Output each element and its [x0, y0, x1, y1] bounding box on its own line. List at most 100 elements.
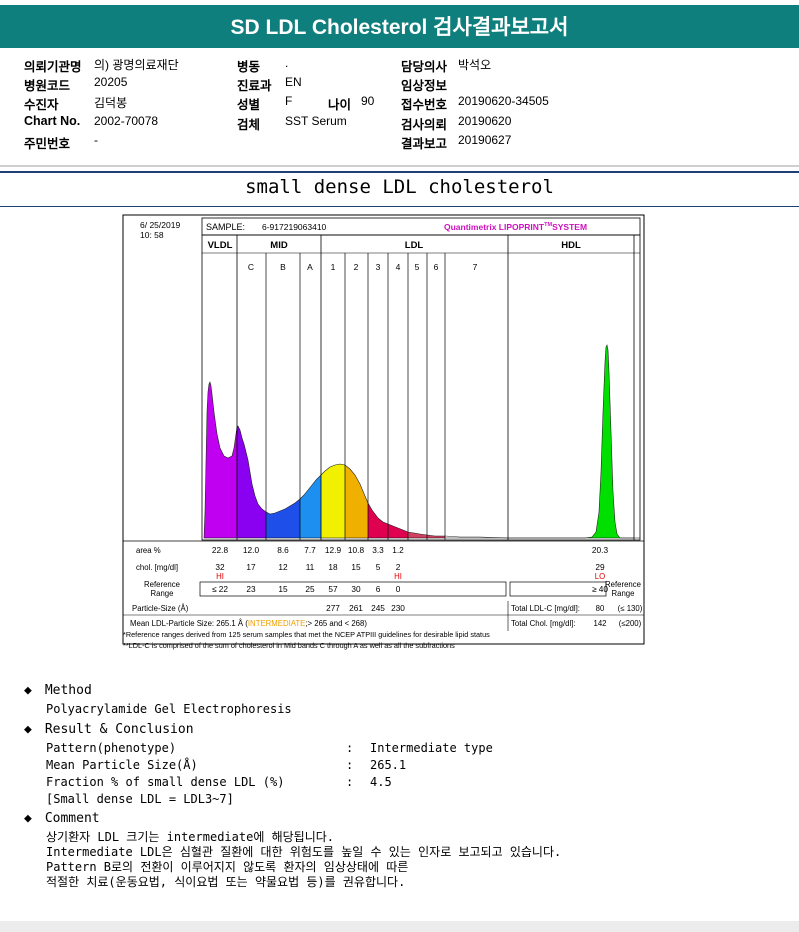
- ref-value: ≤ 22: [212, 584, 228, 594]
- bullet-icon: ◆: [24, 811, 32, 826]
- peak-segment: [321, 464, 345, 538]
- particle-value: 230: [391, 603, 405, 613]
- info-label: 나이: [328, 98, 352, 112]
- report-time: 10: 58: [140, 230, 164, 240]
- chol-value: 11: [306, 562, 315, 572]
- result-colon: :: [346, 741, 354, 755]
- info-label: 검사의뢰: [401, 118, 448, 132]
- area-value: 22.8: [212, 545, 229, 555]
- info-value: -: [94, 133, 98, 147]
- report-subtitle: small dense LDL cholesterol: [245, 176, 554, 198]
- info-label: 검체: [237, 118, 261, 132]
- particle-value: 245: [371, 603, 385, 613]
- ref-label: Range: [151, 589, 174, 598]
- result-colon: :: [346, 775, 354, 789]
- mean-size-row: Mean LDL-Particle Size: 265.1 Å (INTERME…: [130, 619, 367, 628]
- info-value: 90: [361, 94, 375, 108]
- info-label: 담당의사: [401, 60, 448, 74]
- info-label: 성별: [237, 98, 261, 112]
- total-ldl-value: 80: [596, 604, 605, 613]
- report-title: SD LDL Cholesterol 검사결과보고서: [0, 5, 799, 48]
- bullet-icon: ◆: [24, 683, 32, 698]
- area-value: 8.6: [277, 545, 289, 555]
- footnote-2: **LDL-C is comprised of the sum of chole…: [123, 641, 455, 650]
- chol-value: 29: [595, 562, 605, 572]
- ref-label: Reference: [144, 580, 180, 589]
- ref-value: 25: [305, 584, 315, 594]
- ref-value: 15: [278, 584, 288, 594]
- result-label: Fraction % of small dense LDL (%): [46, 775, 285, 789]
- patient-info: 의뢰기관명 의) 광명의료재단 병동 . 담당의사 박석오 병원코드 20205…: [0, 52, 799, 160]
- total-ldl-label: Total LDL-C [mg/dl]:: [511, 604, 580, 613]
- band-label: 5: [415, 262, 420, 272]
- band-label: B: [280, 262, 286, 272]
- band-label: 2: [354, 262, 359, 272]
- flag-label: HI: [216, 572, 224, 581]
- band-label: 1: [331, 262, 336, 272]
- info-value: F: [285, 94, 293, 108]
- flag-label: LO: [595, 572, 605, 581]
- info-value: 김덕봉: [94, 96, 128, 110]
- lipoprint-chart: 6/ 25/2019 10: 58 SAMPLE: 6-917219063410…: [122, 214, 645, 650]
- particle-value: 277: [326, 603, 340, 613]
- flag-label: HI: [394, 572, 402, 581]
- chol-label: chol. [mg/dl]: [136, 563, 178, 572]
- result-value: 4.5: [370, 775, 392, 789]
- ref-value: 23: [246, 584, 256, 594]
- info-label: 병원코드: [24, 79, 71, 93]
- band-label: C: [248, 262, 254, 272]
- band-label: 3: [376, 262, 381, 272]
- area-value: 12.0: [243, 545, 260, 555]
- result-value: Intermediate type: [370, 741, 493, 755]
- result-colon: :: [346, 758, 354, 772]
- info-value: SST Serum: [285, 114, 347, 128]
- area-value: 10.8: [348, 545, 365, 555]
- band-label: 6: [434, 262, 439, 272]
- area-value: 12.9: [325, 545, 342, 555]
- chol-value: 12: [278, 562, 288, 572]
- method-heading: ◆ Method: [24, 683, 92, 698]
- result-label: Mean Particle Size(Å): [46, 758, 198, 772]
- info-value: 20205: [94, 75, 128, 89]
- result-label: Pattern(phenotype): [46, 741, 177, 755]
- report-date: 6/ 25/2019: [140, 220, 180, 230]
- info-label: 수진자: [24, 98, 59, 112]
- comment-line: 적절한 치료(운동요법, 식이요법 또는 약물요법 등)를 권유합니다.: [46, 875, 406, 889]
- method-text: Polyacrylamide Gel Electrophoresis: [46, 702, 292, 716]
- lipoprint-report: 6/ 25/2019 10: 58 SAMPLE: 6-917219063410…: [0, 212, 799, 662]
- area-value: 3.3: [372, 545, 384, 555]
- chol-value: 15: [351, 562, 361, 572]
- comment-heading: ◆ Comment: [24, 811, 100, 826]
- area-value: 1.2: [392, 545, 404, 555]
- group-label: HDL: [561, 240, 581, 251]
- page-footer-bar: [0, 921, 799, 932]
- area-label: area %: [136, 546, 161, 555]
- sample-label: SAMPLE:: [206, 222, 245, 232]
- ref-value: ≥ 40: [592, 584, 608, 594]
- total-chol-label: Total Chol. [mg/dl]:: [511, 619, 576, 628]
- chol-value: 18: [328, 562, 338, 572]
- info-row: 의뢰기관명 의) 광명의료재단 병동 . 담당의사 박석오: [0, 56, 799, 75]
- info-label: 결과보고: [401, 137, 448, 151]
- band-label: 4: [396, 262, 401, 272]
- band-label: 7: [473, 262, 478, 272]
- info-value: 20190627: [458, 133, 512, 147]
- info-value: 20190620-34505: [458, 94, 549, 108]
- info-label: 의뢰기관명: [24, 60, 82, 74]
- info-value: EN: [285, 75, 302, 89]
- info-row: 병원코드 20205 진료과 EN 임상정보: [0, 75, 799, 94]
- ref-label-right: Reference: [605, 580, 641, 589]
- particle-value: 261: [349, 603, 363, 613]
- chol-value: 2: [396, 562, 401, 572]
- ref-label-right: Range: [612, 589, 635, 598]
- group-label: MID: [270, 240, 288, 251]
- result-heading: ◆ Result & Conclusion: [24, 722, 194, 737]
- info-value: 의) 광명의료재단: [94, 58, 179, 72]
- info-row: 주민번호 - 결과보고 20190627: [0, 133, 799, 152]
- group-label: VLDL: [208, 240, 233, 251]
- chol-value: 32: [215, 562, 225, 572]
- chol-value: 17: [246, 562, 256, 572]
- ref-value: 57: [328, 584, 338, 594]
- info-value: 2002-70078: [94, 114, 159, 128]
- info-value: .: [285, 56, 289, 70]
